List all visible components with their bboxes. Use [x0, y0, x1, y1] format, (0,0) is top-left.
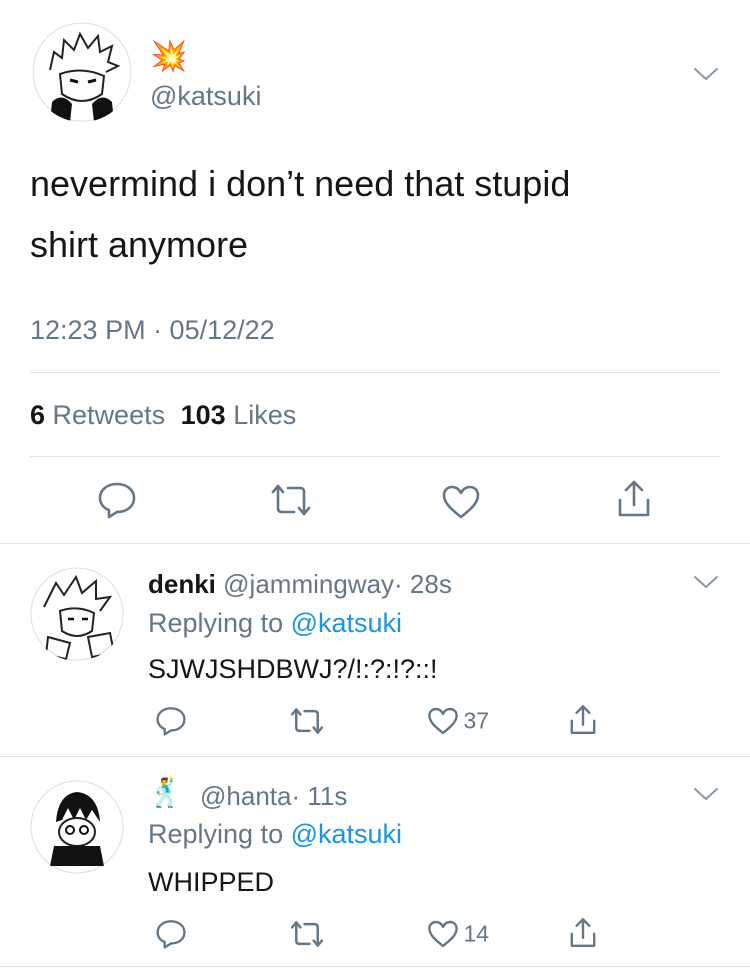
engagement-stats: 6 Retweets 103 Likes [30, 399, 296, 431]
reply-time: · 28s [394, 569, 452, 599]
katsuki-handle[interactable]: @katsuki [150, 80, 261, 112]
hanta-avatar[interactable] [30, 780, 124, 874]
reply-icon[interactable] [155, 919, 187, 949]
likes-count[interactable]: 103 [181, 400, 226, 430]
retweets-count[interactable]: 6 [30, 400, 45, 430]
denki-avatar[interactable] [30, 567, 124, 661]
replying-to-link[interactable]: @katsuki [291, 819, 402, 849]
chevron-down-icon[interactable] [693, 786, 719, 802]
reply-header: @hanta· 11s [200, 780, 347, 812]
retweet-icon[interactable] [268, 482, 314, 518]
retweet-icon[interactable] [288, 706, 326, 736]
reply-handle[interactable]: @hanta [200, 781, 291, 811]
reply-text: SJWJSHDBWJ?/!:?:!?::! [148, 654, 438, 684]
like-count: 14 [463, 920, 490, 947]
share-icon[interactable] [567, 702, 599, 738]
reply-text: WHIPPED [148, 867, 275, 897]
retweet-icon[interactable] [288, 919, 326, 949]
divider [30, 456, 720, 457]
like-icon[interactable] [427, 919, 459, 949]
like-action[interactable]: 14 [427, 919, 489, 949]
tweet-text-line1: nevermind i don’t need that stupid [30, 163, 571, 204]
divider [0, 966, 750, 967]
divider [0, 543, 750, 544]
replying-to-prefix: Replying to [148, 608, 284, 638]
chevron-down-icon[interactable] [693, 66, 719, 82]
tweet-text-line2: shirt anymore [30, 224, 249, 265]
katsuki-name-emoji: 💥 [150, 40, 188, 73]
like-action[interactable]: 37 [427, 706, 489, 736]
reply-handle[interactable]: @jammingway [223, 569, 394, 599]
like-icon[interactable] [441, 484, 481, 520]
replying-to-link[interactable]: @katsuki [291, 608, 402, 638]
share-icon[interactable] [614, 478, 654, 520]
replying-to: Replying to @katsuki [148, 607, 402, 639]
reply-icon[interactable] [97, 481, 137, 519]
replying-to-prefix: Replying to [148, 819, 284, 849]
reply-display-name[interactable]: denki [148, 569, 216, 599]
like-icon[interactable] [427, 706, 459, 736]
reply-header: denki @jammingway· 28s [148, 568, 452, 600]
replying-to: Replying to @katsuki [148, 818, 402, 850]
likes-label[interactable]: Likes [233, 400, 296, 430]
share-icon[interactable] [567, 915, 599, 951]
tweet-timestamp[interactable]: 12:23 PM · 05/12/22 [30, 314, 275, 346]
divider [0, 756, 750, 757]
katsuki-avatar[interactable] [32, 22, 132, 122]
reply-time: · 11s [291, 781, 348, 811]
divider [30, 372, 720, 373]
chevron-down-icon[interactable] [693, 574, 719, 590]
reply-emoji: 🕺 [148, 777, 183, 808]
retweets-label[interactable]: Retweets [53, 400, 166, 430]
like-count: 37 [463, 707, 490, 734]
reply-icon[interactable] [155, 706, 187, 736]
